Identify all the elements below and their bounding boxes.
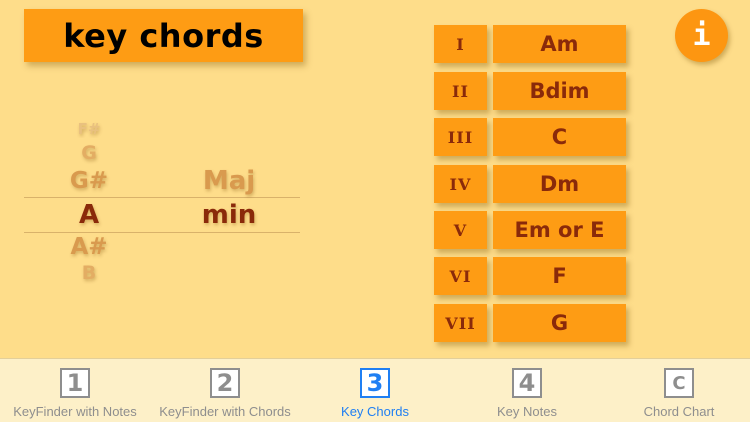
tab-label: Chord Chart [643, 404, 715, 419]
tab-label: KeyFinder with Chords [159, 404, 291, 419]
chord-button-iv[interactable]: Dm [493, 165, 626, 203]
key-mode-picker[interactable]: F# G G# A A# B Maj min [24, 118, 300, 298]
degree-button-ii[interactable]: II [434, 72, 487, 110]
key-option[interactable]: F# [24, 120, 154, 138]
tab-key-chords[interactable]: 3 Key Chords [300, 359, 450, 422]
number-four-icon: 4 [512, 368, 542, 398]
number-two-icon: 2 [210, 368, 240, 398]
tab-label: Key Notes [497, 404, 557, 419]
degree-button-iii[interactable]: III [434, 118, 487, 156]
picker-selection-line-bottom [24, 232, 300, 233]
key-option-selected[interactable]: A [24, 200, 154, 230]
chord-button-vii[interactable]: G [493, 304, 626, 342]
degree-button-i[interactable]: I [434, 25, 487, 63]
key-option[interactable]: G [24, 142, 154, 164]
number-one-icon: 1 [60, 368, 90, 398]
tab-label: KeyFinder with Notes [13, 404, 137, 419]
key-option[interactable]: B [24, 262, 154, 284]
key-option[interactable]: G# [24, 168, 154, 194]
chord-button-ii[interactable]: Bdim [493, 72, 626, 110]
chord-button-iii[interactable]: C [493, 118, 626, 156]
info-icon: i [692, 18, 711, 53]
page-title-box: key chords [24, 9, 303, 62]
key-option[interactable]: A# [24, 234, 154, 260]
number-three-icon: 3 [360, 368, 390, 398]
letter-c-icon: C [664, 368, 694, 398]
degree-button-vi[interactable]: VI [434, 257, 487, 295]
tab-keyfinder-chords[interactable]: 2 KeyFinder with Chords [150, 359, 300, 422]
mode-option-selected[interactable]: min [164, 200, 294, 230]
chord-button-v[interactable]: Em or E [493, 211, 626, 249]
tab-key-notes[interactable]: 4 Key Notes [452, 359, 602, 422]
tab-label: Key Chords [341, 404, 409, 419]
info-button[interactable]: i [675, 9, 728, 62]
picker-selection-line-top [24, 197, 300, 198]
degree-button-v[interactable]: V [434, 211, 487, 249]
chord-button-vi[interactable]: F [493, 257, 626, 295]
degree-button-iv[interactable]: IV [434, 165, 487, 203]
tab-bar: 1 KeyFinder with Notes 2 KeyFinder with … [0, 358, 750, 422]
mode-option[interactable]: Maj [164, 166, 294, 196]
tab-keyfinder-notes[interactable]: 1 KeyFinder with Notes [0, 359, 150, 422]
degree-button-vii[interactable]: VII [434, 304, 487, 342]
page-title: key chords [63, 16, 264, 55]
tab-chord-chart[interactable]: C Chord Chart [604, 359, 750, 422]
chord-button-i[interactable]: Am [493, 25, 626, 63]
